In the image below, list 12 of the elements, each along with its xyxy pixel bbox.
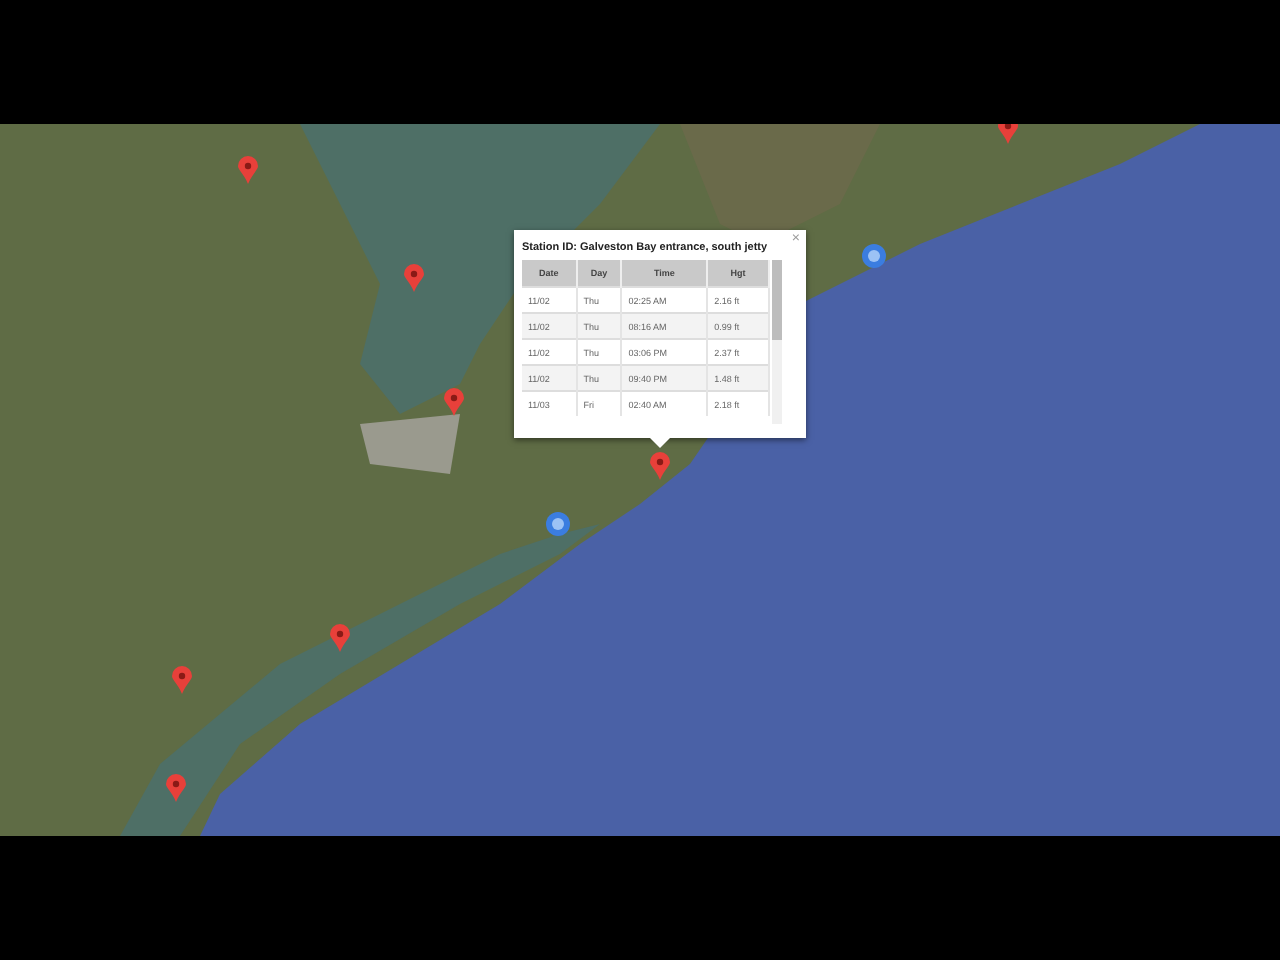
map-pin-icon[interactable] xyxy=(444,388,464,416)
map-pin-icon[interactable] xyxy=(404,264,424,292)
cluster-marker-icon[interactable] xyxy=(862,244,886,268)
scrollbar-thumb[interactable] xyxy=(772,260,782,340)
map-pin-icon[interactable] xyxy=(998,124,1018,144)
scrollbar[interactable] xyxy=(772,260,782,424)
cluster-marker-icon[interactable] xyxy=(546,512,570,536)
map-pin-icon[interactable] xyxy=(166,774,186,802)
map-pin-icon[interactable] xyxy=(172,666,192,694)
map-pin-icon[interactable] xyxy=(330,624,350,652)
map-pin-icon[interactable] xyxy=(238,156,258,184)
map-pin-icon[interactable] xyxy=(650,452,670,480)
